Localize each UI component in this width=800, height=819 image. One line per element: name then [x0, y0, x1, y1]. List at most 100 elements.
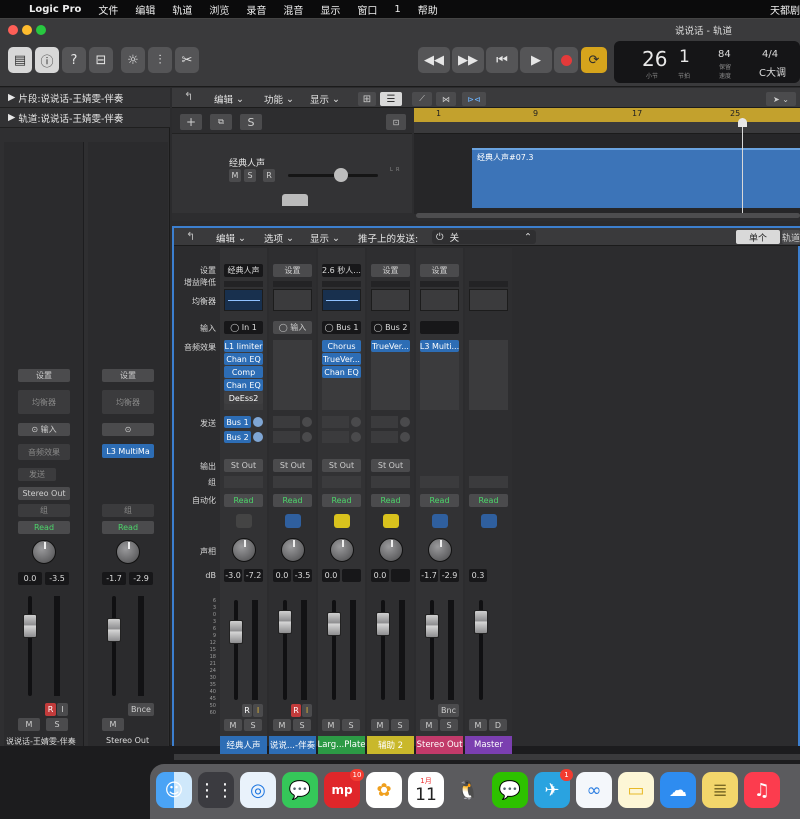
wechat-icon[interactable]: 💬	[492, 772, 528, 808]
xunlei-icon[interactable]: ☁	[660, 772, 696, 808]
tracks-function-menu[interactable]: 功能 ⌄	[264, 92, 294, 107]
strip-solo-button[interactable]: D	[489, 719, 507, 731]
strip-eq-thumbnail[interactable]	[322, 289, 361, 311]
mixer-button[interactable]: ⫶	[148, 47, 172, 73]
strip-name-label[interactable]: 辅助 2	[367, 736, 414, 754]
mixer-view-menu[interactable]: 显示 ⌄	[310, 231, 340, 246]
strip-send-knob[interactable]	[302, 417, 312, 427]
strip-automation-button[interactable]: Read	[469, 494, 508, 507]
left-input-button[interactable]: ⊙ 输入	[18, 423, 70, 436]
smart-controls-button[interactable]: ☼	[121, 47, 145, 73]
menu-track[interactable]: 轨道	[172, 2, 192, 17]
strip-fader[interactable]	[229, 620, 243, 644]
menu-help[interactable]: 帮助	[418, 2, 438, 17]
track-volume-slider[interactable]	[288, 174, 378, 177]
right-bounce-button[interactable]: Bnce	[128, 703, 154, 716]
right-fx-plugin[interactable]: L3 MultiMa	[102, 444, 154, 458]
strip-input-button[interactable]: ◯ Bus 2	[371, 321, 410, 334]
strip-eq-thumbnail[interactable]	[420, 289, 459, 311]
strip-send-knob[interactable]	[351, 417, 361, 427]
mixer-edit-menu[interactable]: 编辑 ⌄	[216, 231, 246, 246]
menu-1[interactable]: 1	[394, 4, 400, 15]
left-settings-button[interactable]: 设置	[18, 369, 70, 382]
strip-name-label[interactable]: 经典人声	[220, 736, 267, 754]
strip-input-monitor-button[interactable]: I	[253, 704, 263, 717]
messages-icon[interactable]: 💬	[282, 772, 318, 808]
strip-output-button[interactable]: St Out	[322, 459, 361, 472]
strip-pan-knob[interactable]	[280, 538, 305, 562]
right-automation-button[interactable]: Read	[102, 521, 154, 534]
strip-setting-button[interactable]: 设置	[273, 264, 312, 277]
strip-eq-thumbnail[interactable]	[224, 289, 263, 311]
strip-automation-button[interactable]: Read	[224, 494, 263, 507]
tracks-view-button[interactable]: 轨道	[782, 230, 800, 244]
grid-view-button[interactable]: ⊞	[358, 92, 376, 106]
strip-automation-button[interactable]: Read	[322, 494, 361, 507]
strip-output-button[interactable]: St Out	[224, 459, 263, 472]
strip-fader[interactable]	[425, 614, 439, 638]
duplicate-track-button[interactable]: ⧉	[210, 114, 232, 130]
lcd-display[interactable]: 26 小节 1 节拍 84 保留 速度 4/4 C大调	[614, 41, 800, 83]
strip-volume-value[interactable]: -1.7	[420, 569, 438, 582]
left-mute-button[interactable]: M	[18, 718, 40, 731]
strip-fader[interactable]	[376, 612, 390, 636]
strip-volume-value[interactable]: 0.3	[469, 569, 487, 582]
strip-name-label[interactable]: Master	[465, 736, 512, 754]
strip-setting-button[interactable]: 设置	[371, 264, 410, 277]
strip-send-empty[interactable]	[371, 416, 398, 428]
left-output-button[interactable]: Stereo Out	[18, 487, 70, 500]
left-group-button[interactable]: 组	[18, 504, 70, 517]
strip-fx-plugin[interactable]: Chorus	[322, 340, 361, 352]
strip-automation-button[interactable]: Read	[371, 494, 410, 507]
strip-volume-value[interactable]: -3.0	[224, 569, 242, 582]
right-group-button[interactable]: 组	[102, 504, 154, 517]
strip-solo-button[interactable]: S	[342, 719, 360, 731]
strip-record-button[interactable]: R	[242, 704, 252, 717]
strip-name-label[interactable]: Stereo Out	[416, 736, 463, 754]
editors-button[interactable]: ✂	[175, 47, 199, 73]
menu-file[interactable]: 文件	[98, 2, 118, 17]
go-to-start-button[interactable]: ⏮	[486, 47, 518, 73]
strip-solo-button[interactable]: S	[244, 719, 262, 731]
inspector-region-row[interactable]: ▶ 片段:说说话-王婧雯-伴奏	[0, 88, 170, 108]
strip-group-slot[interactable]	[371, 476, 410, 488]
strip-setting-button[interactable]: 设置	[420, 264, 459, 277]
playhead[interactable]	[742, 118, 743, 214]
right-settings-button[interactable]: 设置	[102, 369, 154, 382]
menu-edit[interactable]: 编辑	[135, 2, 155, 17]
strip-mute-button[interactable]: M	[469, 719, 487, 731]
strip-fx-plugin[interactable]: Chan EQ	[224, 353, 263, 365]
catch-playhead-button[interactable]: ⊡	[386, 114, 406, 130]
left-input-monitor-button[interactable]: I	[57, 703, 68, 716]
play-button[interactable]: ▶	[520, 47, 552, 73]
track-name[interactable]: 经典人声	[229, 156, 265, 169]
strip-fx-plugin[interactable]: Chan EQ	[322, 366, 361, 378]
menu-app[interactable]: Logic Pro	[29, 4, 81, 15]
strip-mute-button[interactable]: M	[322, 719, 340, 731]
automation-curve-icon[interactable]: ⟋	[412, 92, 432, 106]
track-record-button[interactable]: R	[263, 169, 275, 182]
mixer-scrollbar[interactable]	[174, 754, 800, 760]
strip-fader[interactable]	[278, 610, 292, 634]
strip-solo-button[interactable]: S	[440, 719, 458, 731]
strip-fader[interactable]	[474, 610, 488, 634]
strip-eq-thumbnail[interactable]	[469, 289, 508, 311]
list-view-button[interactable]: ☰	[380, 92, 402, 106]
strip-name-label[interactable]: Larg...Plate	[318, 736, 365, 754]
strip-send-knob[interactable]	[351, 432, 361, 442]
menu-window[interactable]: 窗口	[357, 2, 377, 17]
left-eq-button[interactable]: 均衡器	[18, 390, 70, 414]
playhead-handle[interactable]	[738, 118, 747, 127]
strip-pan-knob[interactable]	[378, 538, 403, 562]
notes-icon[interactable]: ▭	[618, 772, 654, 808]
strip-bounce-button[interactable]: Bnc	[438, 704, 459, 717]
tracks-edit-menu[interactable]: 编辑 ⌄	[214, 92, 244, 107]
mixer-back-icon[interactable]: ↰	[186, 230, 195, 243]
strip-send-button[interactable]: Bus 1	[224, 416, 251, 428]
strip-output-button[interactable]: St Out	[371, 459, 410, 472]
strip-volume-value[interactable]: 0.0	[273, 569, 291, 582]
right-fader[interactable]	[107, 618, 121, 642]
strip-pan-knob[interactable]	[427, 538, 452, 562]
track-solo-button[interactable]: S	[244, 169, 256, 182]
baidu-netdisk-icon[interactable]: ∞	[576, 772, 612, 808]
